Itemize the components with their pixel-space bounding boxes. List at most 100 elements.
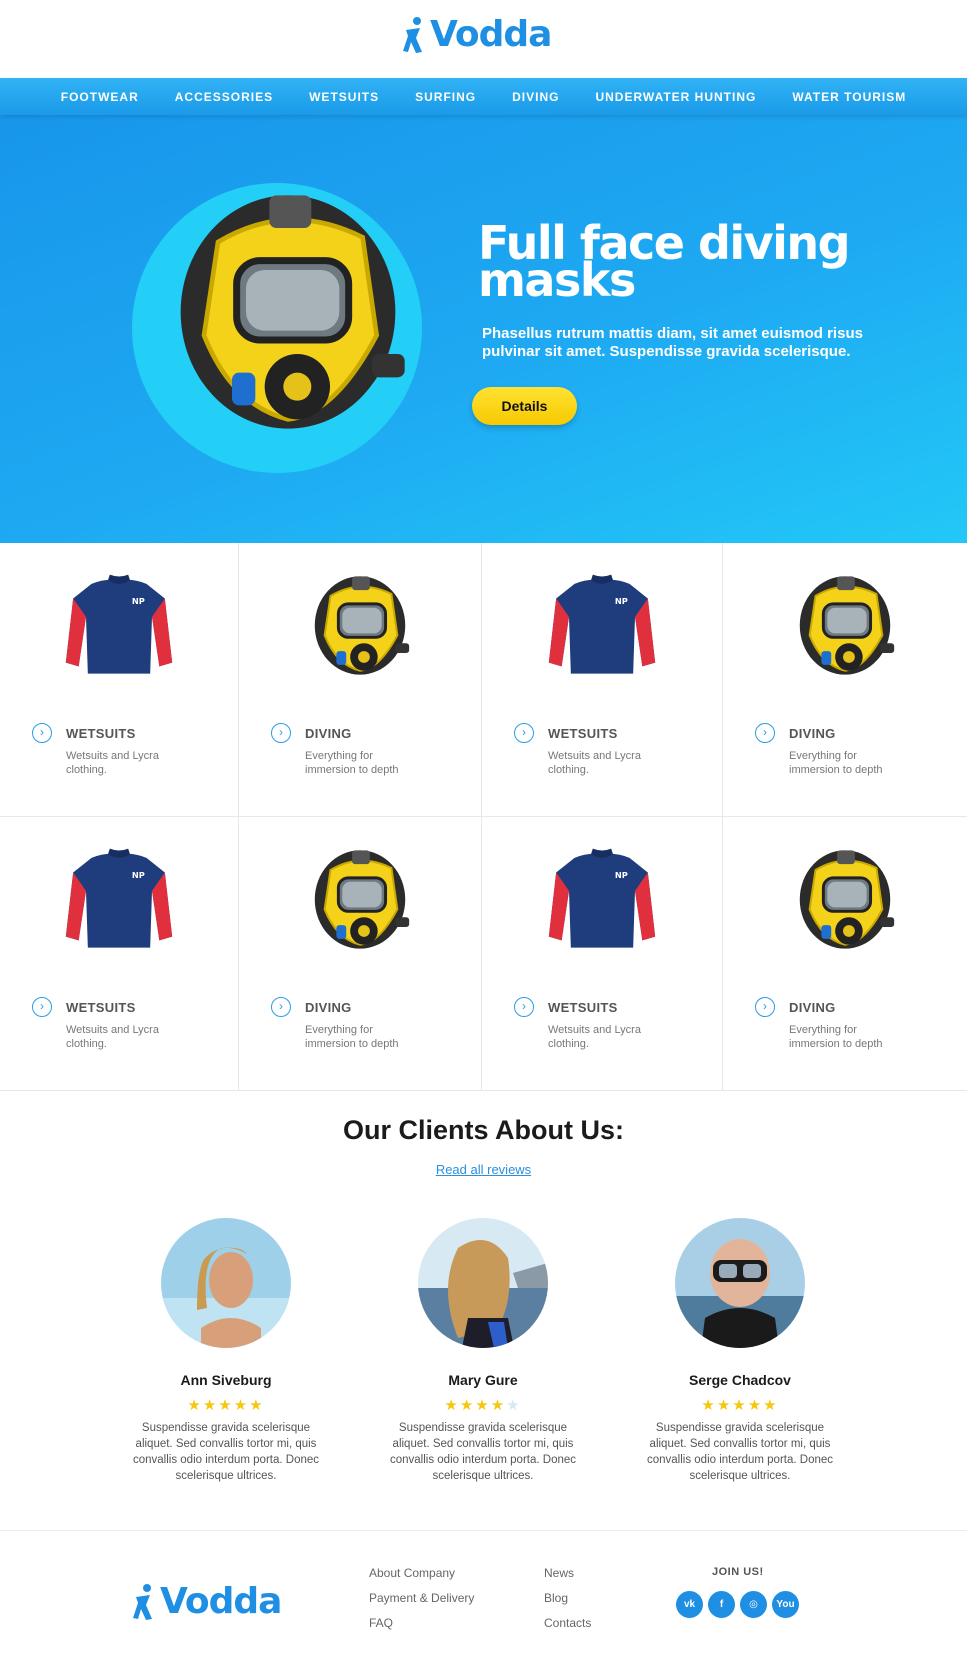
- diving-mask-icon: [313, 574, 411, 677]
- reviews-title: Our Clients About Us:: [343, 1115, 624, 1145]
- product-desc: Wetsuits and Lycra clothing.: [548, 750, 641, 776]
- footer-links-company: About Company Payment & Delivery FAQ: [369, 1566, 474, 1631]
- chevron-right-icon[interactable]: ›: [32, 723, 52, 743]
- diving-mask-icon: [798, 574, 896, 677]
- product-desc: Everything for immersion to depth: [789, 750, 883, 776]
- wetsuit-icon: [65, 574, 173, 674]
- review-card: Serge Chadcov ★★★★★ Suspendisse gravida …: [620, 1218, 860, 1484]
- product-card[interactable]: › WETSUITS Wetsuits and Lycra clothing.: [482, 543, 723, 817]
- wetsuit-icon: [548, 574, 656, 674]
- product-image: [785, 837, 905, 962]
- site-header: Vodda: [0, 0, 967, 78]
- reviewer-name: Serge Chadcov: [689, 1372, 791, 1388]
- avatar: [418, 1218, 548, 1348]
- product-card[interactable]: › DIVING Everything for immersion to dep…: [723, 817, 967, 1091]
- product-card[interactable]: › WETSUITS Wetsuits and Lycra clothing.: [0, 817, 239, 1091]
- diver-logo-icon: [133, 1583, 152, 1620]
- chevron-right-icon[interactable]: ›: [514, 723, 534, 743]
- product-image: [542, 563, 662, 688]
- diver-portrait-icon: [675, 1218, 805, 1348]
- diving-mask-icon: [798, 848, 896, 951]
- nav-accessories[interactable]: ACCESSORIES: [175, 90, 273, 104]
- chevron-right-icon[interactable]: ›: [755, 723, 775, 743]
- facebook-icon[interactable]: f: [708, 1591, 735, 1618]
- footer-logo[interactable]: Vodda: [132, 1581, 282, 1622]
- review-card: Mary Gure ★★★★★ Suspendisse gravida scel…: [363, 1218, 603, 1484]
- product-title: WETSUITS: [548, 1000, 618, 1015]
- product-desc: Everything for immersion to depth: [305, 750, 399, 776]
- join-us-label: JOIN US!: [712, 1566, 764, 1578]
- product-title: DIVING: [305, 726, 352, 741]
- nav-diving[interactable]: DIVING: [512, 90, 559, 104]
- footer-link-payment[interactable]: Payment & Delivery: [369, 1591, 474, 1606]
- nav-wetsuits[interactable]: WETSUITS: [309, 90, 379, 104]
- review-text: Suspendisse gravida scelerisque aliquet.…: [646, 1422, 834, 1482]
- nav-underwater-hunting[interactable]: UNDERWATER HUNTING: [595, 90, 756, 104]
- diving-mask-hero-image: [148, 157, 428, 467]
- chevron-right-icon[interactable]: ›: [32, 997, 52, 1017]
- rating-stars: ★★★★★: [444, 1397, 522, 1414]
- nav-footwear[interactable]: FOOTWEAR: [61, 90, 139, 104]
- product-grid: › WETSUITS Wetsuits and Lycra clothing. …: [0, 543, 967, 1091]
- chevron-right-icon[interactable]: ›: [755, 997, 775, 1017]
- footer-link-contacts[interactable]: Contacts: [544, 1616, 591, 1631]
- product-image: [59, 563, 179, 688]
- logo-text: Vodda: [430, 14, 552, 55]
- product-title: WETSUITS: [66, 726, 136, 741]
- social-links: vk f ◎ You: [676, 1591, 799, 1618]
- footer-link-about[interactable]: About Company: [369, 1566, 474, 1581]
- product-desc: Everything for immersion to depth: [305, 1024, 399, 1050]
- product-desc: Wetsuits and Lycra clothing.: [66, 750, 159, 776]
- footer-link-faq[interactable]: FAQ: [369, 1616, 474, 1631]
- youtube-icon[interactable]: You: [772, 1591, 799, 1618]
- product-title: WETSUITS: [548, 726, 618, 741]
- chevron-right-icon[interactable]: ›: [271, 723, 291, 743]
- product-card[interactable]: › WETSUITS Wetsuits and Lycra clothing.: [0, 543, 239, 817]
- site-footer: Vodda About Company Payment & Delivery F…: [0, 1530, 967, 1671]
- main-nav: FOOTWEAR ACCESSORIES WETSUITS SURFING DI…: [0, 78, 967, 115]
- nav-water-tourism[interactable]: WATER TOURISM: [792, 90, 906, 104]
- product-image: [542, 837, 662, 962]
- review-text: Suspendisse gravida scelerisque aliquet.…: [132, 1422, 320, 1482]
- wetsuit-icon: [548, 848, 656, 948]
- chevron-right-icon[interactable]: ›: [514, 997, 534, 1017]
- reviewer-name: Ann Siveburg: [180, 1372, 272, 1388]
- product-title: WETSUITS: [66, 1000, 136, 1015]
- rating-stars: ★★★★★: [701, 1397, 779, 1414]
- read-all-reviews-link[interactable]: Read all reviews: [436, 1162, 531, 1177]
- surfer-portrait-icon: [418, 1218, 548, 1348]
- product-card[interactable]: › DIVING Everything for immersion to dep…: [239, 817, 482, 1091]
- hero-title: Full face diving masks: [478, 216, 851, 307]
- product-card[interactable]: › WETSUITS Wetsuits and Lycra clothing.: [482, 817, 723, 1091]
- product-card[interactable]: › DIVING Everything for immersion to dep…: [723, 543, 967, 817]
- footer-link-news[interactable]: News: [544, 1566, 591, 1581]
- product-desc: Everything for immersion to depth: [789, 1024, 883, 1050]
- hero-banner: Full face diving masks Phasellus rutrum …: [0, 115, 967, 543]
- product-title: DIVING: [305, 1000, 352, 1015]
- avatar: [161, 1218, 291, 1348]
- review-text: Suspendisse gravida scelerisque aliquet.…: [389, 1422, 577, 1482]
- avatar: [675, 1218, 805, 1348]
- wetsuit-icon: [65, 848, 173, 948]
- product-image: [300, 837, 420, 962]
- hero-text: Phasellus rutrum mattis diam, sit amet e…: [482, 325, 863, 360]
- details-button[interactable]: Details: [472, 387, 577, 425]
- instagram-icon[interactable]: ◎: [740, 1591, 767, 1618]
- product-card[interactable]: › DIVING Everything for immersion to dep…: [239, 543, 482, 817]
- logo-text: Vodda: [160, 1581, 282, 1622]
- reviewer-name: Mary Gure: [448, 1372, 518, 1388]
- reviews-link-wrap: Read all reviews: [0, 1162, 967, 1177]
- vk-icon[interactable]: vk: [676, 1591, 703, 1618]
- diver-logo-icon: [403, 16, 422, 53]
- nav-surfing[interactable]: SURFING: [415, 90, 476, 104]
- product-title: DIVING: [789, 1000, 836, 1015]
- rating-stars: ★★★★★: [187, 1397, 265, 1414]
- woman-portrait-icon: [161, 1218, 291, 1348]
- product-image: [59, 837, 179, 962]
- review-card: Ann Siveburg ★★★★★ Suspendisse gravida s…: [106, 1218, 346, 1484]
- footer-link-blog[interactable]: Blog: [544, 1591, 591, 1606]
- header-logo[interactable]: Vodda: [402, 14, 552, 55]
- product-desc: Wetsuits and Lycra clothing.: [66, 1024, 159, 1050]
- chevron-right-icon[interactable]: ›: [271, 997, 291, 1017]
- product-image: [300, 563, 420, 688]
